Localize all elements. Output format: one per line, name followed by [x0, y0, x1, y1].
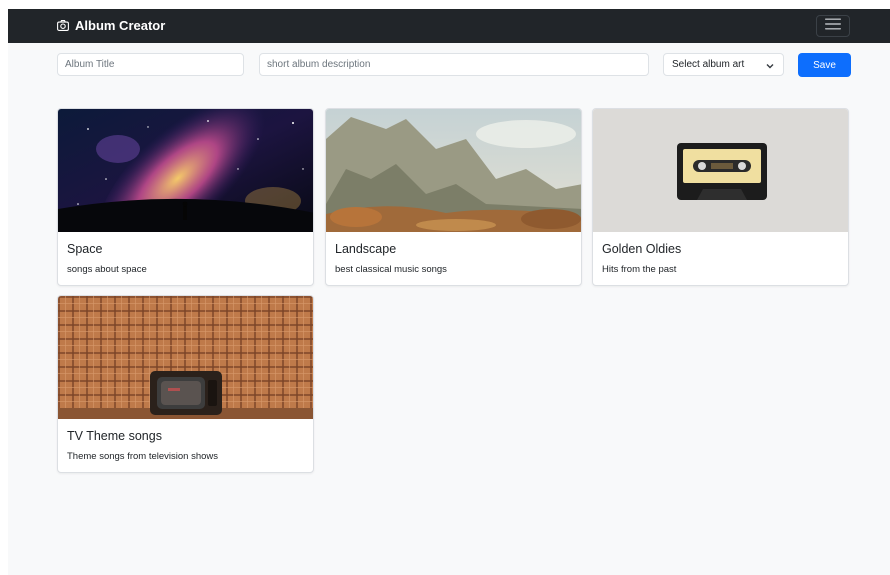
app-frame: Album Creator Select album art Save	[8, 9, 890, 575]
album-card-golden-oldies[interactable]: Golden Oldies Hits from the past	[592, 108, 849, 286]
album-card-landscape[interactable]: Landscape best classical music songs	[325, 108, 582, 286]
album-art-select[interactable]: Select album art	[663, 53, 784, 76]
album-description-input[interactable]	[259, 53, 649, 76]
album-card-description: Theme songs from television shows	[67, 451, 219, 462]
album-card-title: TV Theme songs	[67, 429, 162, 443]
album-card-description: best classical music songs	[335, 264, 447, 275]
album-card-title: Space	[67, 242, 103, 256]
chevron-down-icon	[766, 61, 774, 72]
album-card-title: Golden Oldies	[602, 242, 682, 256]
album-art-image	[58, 109, 313, 232]
brand[interactable]: Album Creator	[57, 18, 165, 33]
album-art-image	[58, 296, 313, 419]
album-art-image	[593, 109, 848, 232]
album-card-tv-theme-songs[interactable]: TV Theme songs Theme songs from televisi…	[57, 295, 314, 473]
album-title-input[interactable]	[57, 53, 244, 76]
album-card-title: Landscape	[335, 242, 397, 256]
camera-icon	[57, 20, 69, 31]
navbar: Album Creator	[8, 9, 890, 43]
brand-label: Album Creator	[75, 18, 166, 33]
save-button[interactable]: Save	[798, 53, 851, 77]
album-card-space[interactable]: Space songs about space	[57, 108, 314, 286]
album-card-description: Hits from the past	[602, 264, 677, 275]
album-art-image	[326, 109, 581, 232]
navbar-toggler-button[interactable]	[816, 15, 850, 37]
album-art-select-value: Select album art	[672, 59, 745, 70]
hamburger-icon	[825, 17, 841, 35]
album-card-description: songs about space	[67, 264, 147, 275]
